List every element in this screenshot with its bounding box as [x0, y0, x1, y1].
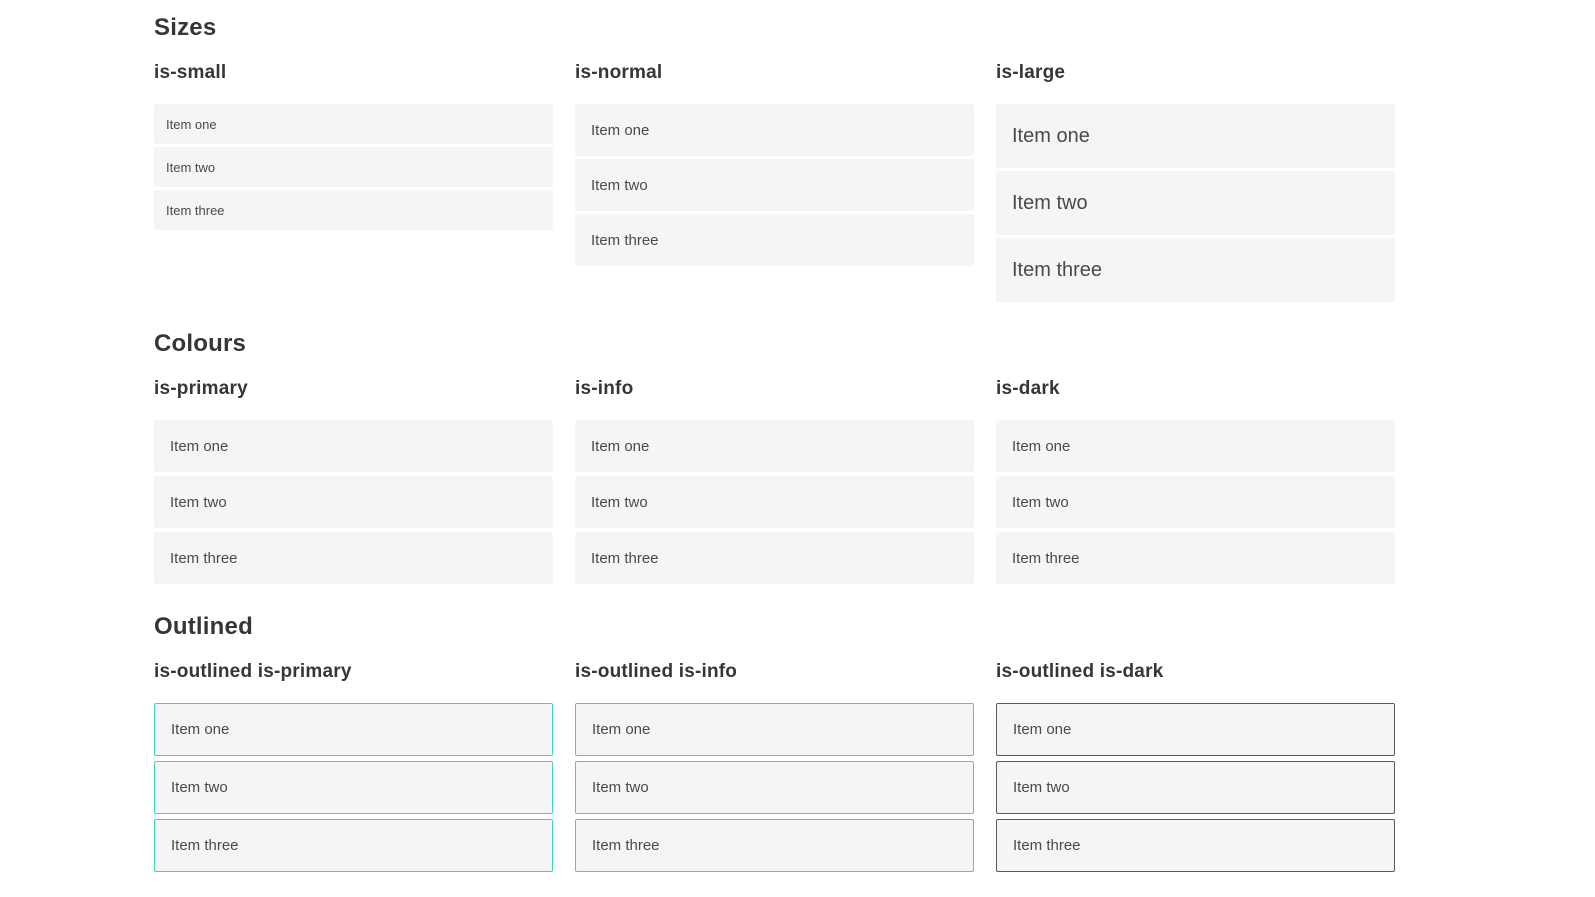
column-heading-is-info: is-info — [575, 378, 634, 399]
list-item[interactable]: Item two — [154, 476, 553, 528]
column-outlined-primary: is-outlined is-primary Item one Item two… — [154, 660, 553, 877]
column-is-large: is-large Item one Item two Item three — [996, 61, 1395, 305]
list-outlined-dark: Item one Item two Item three — [996, 703, 1395, 872]
section-title-outlined: Outlined — [154, 613, 253, 640]
outlined-row: is-outlined is-primary Item one Item two… — [154, 660, 1397, 877]
column-is-dark: is-dark Item one Item two Item three — [996, 377, 1395, 588]
list-item[interactable]: Item one — [154, 703, 553, 756]
list-item[interactable]: Item two — [575, 761, 974, 814]
list-item[interactable]: Item two — [996, 476, 1395, 528]
list-item[interactable]: Item one — [996, 420, 1395, 472]
list-outlined-info: Item one Item two Item three — [575, 703, 974, 872]
list-item[interactable]: Item three — [996, 819, 1395, 872]
list-item[interactable]: Item two — [575, 476, 974, 528]
list-item[interactable]: Item three — [996, 532, 1395, 584]
section-outlined: Outlined is-outlined is-primary Item one… — [154, 612, 1397, 877]
column-heading-is-normal: is-normal — [575, 62, 663, 83]
sizes-row: is-small Item one Item two Item three is… — [154, 61, 1397, 305]
list-outlined-primary: Item one Item two Item three — [154, 703, 553, 872]
column-heading-is-primary: is-primary — [154, 378, 248, 399]
column-heading-is-small: is-small — [154, 62, 227, 83]
list-item[interactable]: Item three — [575, 532, 974, 584]
colours-row: is-primary Item one Item two Item three … — [154, 377, 1397, 588]
column-heading-outlined-primary: is-outlined is-primary — [154, 661, 352, 682]
column-is-primary: is-primary Item one Item two Item three — [154, 377, 553, 588]
section-title-colours: Colours — [154, 330, 247, 357]
column-outlined-info: is-outlined is-info Item one Item two It… — [575, 660, 974, 877]
list-large: Item one Item two Item three — [996, 104, 1395, 302]
column-heading-is-dark: is-dark — [996, 378, 1060, 399]
list-item[interactable]: Item two — [154, 761, 553, 814]
list-normal: Item one Item two Item three — [575, 104, 974, 266]
column-heading-is-large: is-large — [996, 62, 1066, 83]
list-item[interactable]: Item one — [575, 104, 974, 156]
list-item[interactable]: Item three — [996, 238, 1395, 302]
column-outlined-dark: is-outlined is-dark Item one Item two It… — [996, 660, 1395, 877]
list-item[interactable]: Item two — [575, 159, 974, 211]
list-item[interactable]: Item three — [154, 190, 553, 230]
list-item[interactable]: Item three — [575, 214, 974, 266]
column-is-info: is-info Item one Item two Item three — [575, 377, 974, 588]
list-item[interactable]: Item three — [154, 532, 553, 584]
section-title-sizes: Sizes — [154, 14, 217, 41]
column-heading-outlined-info: is-outlined is-info — [575, 661, 738, 682]
list-item[interactable]: Item one — [575, 420, 974, 472]
column-is-small: is-small Item one Item two Item three — [154, 61, 553, 305]
list-item[interactable]: Item two — [996, 761, 1395, 814]
column-heading-outlined-dark: is-outlined is-dark — [996, 661, 1164, 682]
section-colours: Colours is-primary Item one Item two Ite… — [154, 329, 1397, 588]
list-item[interactable]: Item one — [154, 420, 553, 472]
list-item[interactable]: Item one — [996, 104, 1395, 168]
list-info: Item one Item two Item three — [575, 420, 974, 584]
list-item[interactable]: Item two — [154, 147, 553, 187]
component-demo-page: Sizes is-small Item one Item two Item th… — [0, 0, 1595, 897]
list-dark: Item one Item two Item three — [996, 420, 1395, 584]
list-item[interactable]: Item three — [154, 819, 553, 872]
list-item[interactable]: Item two — [996, 171, 1395, 235]
list-item[interactable]: Item one — [996, 703, 1395, 756]
list-small: Item one Item two Item three — [154, 104, 553, 230]
column-is-normal: is-normal Item one Item two Item three — [575, 61, 974, 305]
list-item[interactable]: Item one — [154, 104, 553, 144]
section-sizes: Sizes is-small Item one Item two Item th… — [154, 13, 1397, 305]
list-item[interactable]: Item three — [575, 819, 974, 872]
list-primary: Item one Item two Item three — [154, 420, 553, 584]
list-item[interactable]: Item one — [575, 703, 974, 756]
